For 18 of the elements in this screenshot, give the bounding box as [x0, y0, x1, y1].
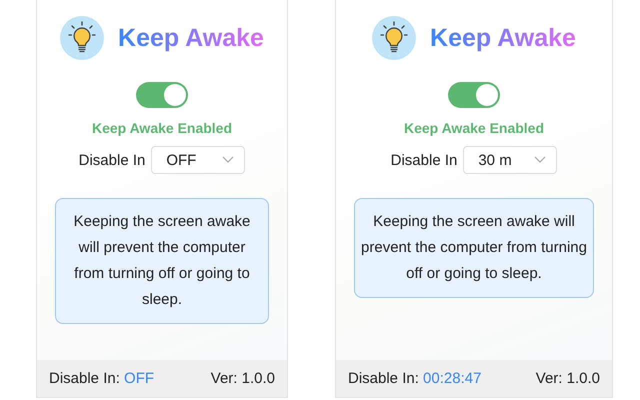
disable-label: Disable In: [390, 152, 458, 168]
footer-timer: Disable In: OFF: [49, 370, 154, 387]
status-text: Keep Awake Enabled: [404, 120, 544, 136]
toggle-switch[interactable]: [448, 82, 500, 108]
timer-dropdown[interactable]: 30 m: [463, 146, 558, 174]
disable-label: Disable In: [78, 152, 146, 168]
lightbulb-icon: [372, 16, 416, 60]
version-text: Ver: 1.0.0: [536, 370, 600, 387]
chevron-icon: [222, 156, 234, 164]
info-message: Keeping the screen awake will prevent the computer from turning off or going to sleep.: [354, 198, 594, 298]
footer-timer: Disable In: 00:28:47: [348, 370, 482, 387]
info-message: Keeping the screen awake will prevent the computer from turning off or going to sleep.: [55, 198, 269, 324]
toggle-switch[interactable]: [136, 82, 188, 108]
chevron-icon: [534, 156, 546, 164]
status-text: Keep Awake Enabled: [92, 120, 232, 136]
timer-dropdown[interactable]: OFF: [151, 146, 246, 174]
version-text: Ver: 1.0.0: [210, 370, 275, 387]
lightbulb-icon: [60, 16, 104, 60]
